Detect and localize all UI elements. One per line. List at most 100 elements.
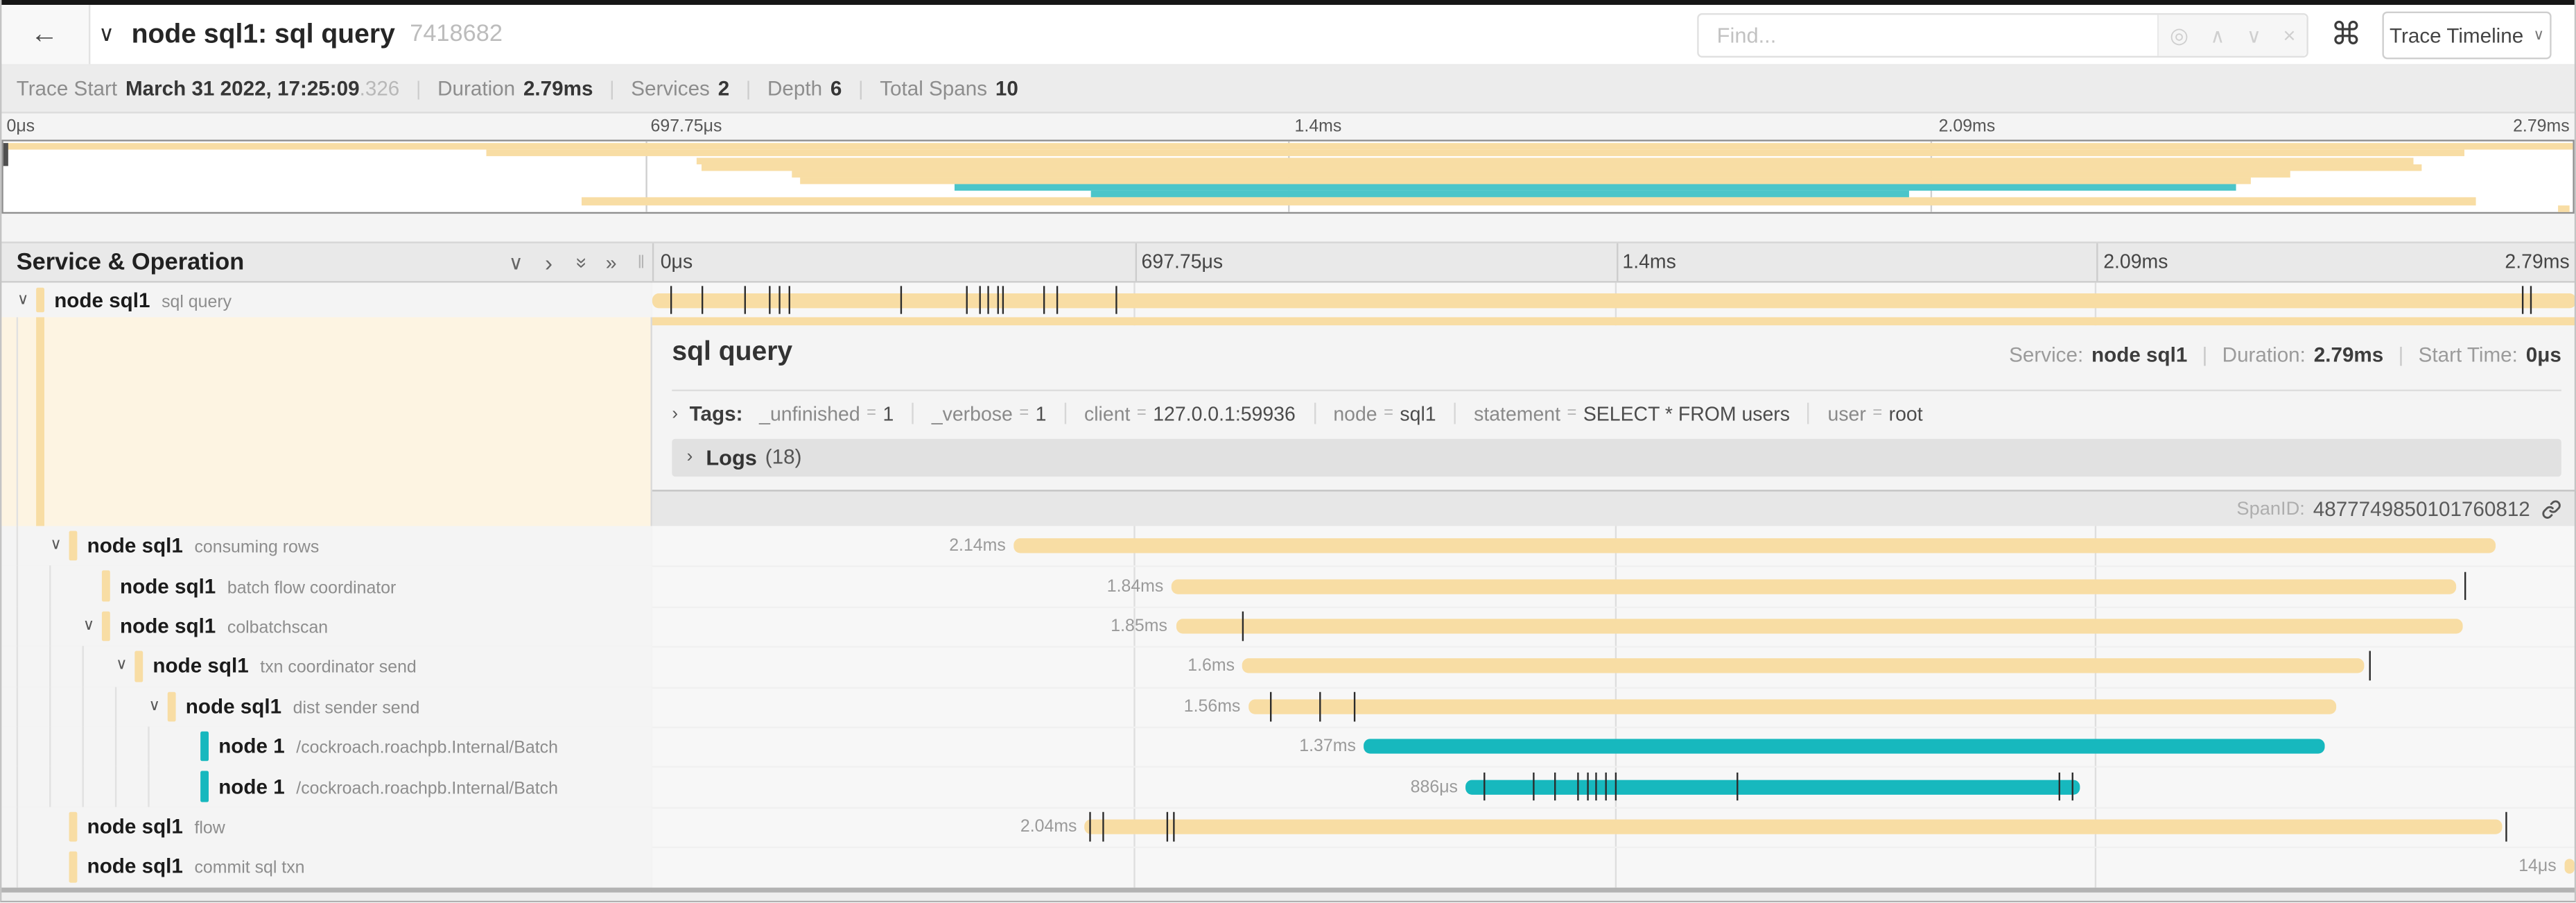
trace-id: 7418682 <box>410 22 503 48</box>
span-bar-row[interactable]: 2.04ms <box>652 807 2576 848</box>
minimap-tick-label: 1.4ms <box>1295 117 1342 136</box>
tag-value: 1 <box>1036 402 1047 424</box>
tag-equals: = <box>1872 404 1882 422</box>
span-bar[interactable] <box>1172 578 2457 593</box>
keyboard-shortcuts-button[interactable]: ⌘ <box>2322 12 2371 60</box>
span-tree-row[interactable]: ∨node sql1consuming rows <box>0 526 652 567</box>
view-selector-button[interactable]: Trace Timeline ∨ <box>2382 12 2551 60</box>
span-tree-row[interactable]: node 1/cockroach.roachpb.Internal/Batch <box>0 766 652 808</box>
span-color-accent <box>69 531 77 562</box>
chevron-down-icon[interactable]: ∨ <box>145 697 164 715</box>
find-prev-icon[interactable]: ∧ <box>2211 26 2225 45</box>
expand-all-icon[interactable]: » <box>598 243 625 282</box>
window-top-border <box>0 0 2576 5</box>
collapse-title-toggle[interactable]: ∨ <box>98 5 114 64</box>
span-bar-row[interactable]: 1.84ms <box>652 566 2576 608</box>
page-title: node sql1: sql query 7418682 <box>132 5 503 64</box>
span-service-name: node sql1txn coordinator send <box>153 655 416 678</box>
find-next-icon[interactable]: ∨ <box>2247 26 2261 45</box>
span-bar-row[interactable] <box>652 283 2576 318</box>
minimap-span-bar <box>954 184 2236 191</box>
span-bar[interactable] <box>2564 859 2574 874</box>
span-bar[interactable] <box>1248 699 2335 714</box>
span-bar-row[interactable]: 1.56ms <box>652 687 2576 728</box>
ruler-gridline <box>1135 243 1136 282</box>
logs-accordion[interactable]: › Logs (18) <box>672 438 2561 476</box>
span-operation-name: dist sender send <box>293 698 420 718</box>
summary-value-fraction: .326 <box>360 77 400 100</box>
span-bar[interactable] <box>1466 780 2080 794</box>
span-tree-row[interactable]: ∨node sql1dist sender send <box>0 687 652 728</box>
span-service-name: node sql1sql query <box>54 289 232 311</box>
summary-label: Trace Start <box>17 77 117 100</box>
tag-key: _unfinished <box>759 402 860 424</box>
find-input[interactable] <box>1699 15 2157 55</box>
minimap-canvas[interactable] <box>1 139 2574 214</box>
find-scope-icon[interactable]: ◎ <box>2170 25 2188 46</box>
span-bar-row[interactable]: 886μs <box>652 766 2576 808</box>
ruler-tick-label: 697.75μs <box>1142 250 1224 273</box>
link-icon[interactable] <box>2541 499 2561 518</box>
log-tick-mark <box>2072 772 2073 801</box>
span-bar[interactable] <box>1085 819 2503 834</box>
span-duration-label: 1.84ms <box>1107 576 1164 596</box>
span-bar-row[interactable]: 1.85ms <box>652 606 2576 648</box>
span-tree-row[interactable]: ∨node sql1colbatchscan <box>0 606 652 648</box>
summary-separator: | <box>609 77 614 100</box>
span-bar[interactable] <box>1243 659 2365 673</box>
span-bar[interactable] <box>1364 739 2324 754</box>
span-bar[interactable] <box>1014 539 2496 553</box>
chevron-right-icon: › <box>687 447 693 467</box>
span-duration-label: 14μs <box>2518 857 2556 877</box>
minimap-drag-handle[interactable] <box>3 143 8 166</box>
tags-accordion[interactable]: › Tags: _unfinished=1_verbose=1client=12… <box>672 397 2561 429</box>
chevron-down-icon[interactable]: ∨ <box>46 536 65 554</box>
indent-guide <box>17 317 18 526</box>
log-tick-mark <box>2505 812 2506 841</box>
span-color-accent <box>36 317 44 526</box>
ruler-tick-label: 2.79ms <box>2505 250 2569 273</box>
service-operation-title: Service & Operation <box>17 243 245 282</box>
tag-separator <box>1314 403 1315 424</box>
span-tree-row[interactable]: ∨ node sql1sql query <box>0 283 652 318</box>
collapse-one-icon[interactable]: ∨ <box>503 243 529 282</box>
log-tick-mark <box>1595 772 1596 801</box>
span-tree-row[interactable]: node sql1commit sql txn <box>0 847 652 888</box>
span-operation-name: /cockroach.roachpb.Internal/Batch <box>296 739 558 758</box>
span-service-name: node sql1flow <box>87 815 225 838</box>
collapse-all-icon[interactable]: » <box>568 243 595 282</box>
tag-equals: = <box>867 404 876 422</box>
span-tree-row[interactable]: ∨ node sql1txn coordinator send <box>0 646 652 688</box>
bottom-scroll-strip[interactable] <box>0 887 2576 893</box>
meta-label: Start Time: <box>2419 343 2518 366</box>
back-button[interactable]: ← <box>0 5 90 64</box>
span-bar[interactable] <box>652 293 2576 307</box>
log-tick-mark <box>2059 772 2060 801</box>
span-bar-row[interactable]: 1.37ms <box>652 727 2576 768</box>
trace-name: node sql1: sql query <box>132 19 395 50</box>
span-bar[interactable] <box>1176 619 2463 633</box>
span-bar-row[interactable]: 14μs <box>652 847 2576 888</box>
panel-resize-grip[interactable]: ‖ <box>638 243 647 282</box>
chevron-down-icon[interactable]: ∨ <box>13 290 33 308</box>
span-bar-row[interactable]: 1.6ms <box>652 646 2576 688</box>
span-service-name: node sql1batch flow coordinator <box>120 575 396 598</box>
span-service-name: node sql1commit sql txn <box>87 855 305 878</box>
indent-guide <box>17 646 18 687</box>
span-bar-row[interactable]: 2.14ms <box>652 526 2576 567</box>
span-tree-row[interactable]: node sql1flow <box>0 807 652 848</box>
minimap-tick-label: 0μs <box>6 117 35 136</box>
expand-one-icon[interactable]: › <box>536 243 562 282</box>
span-duration-label: 2.14ms <box>949 536 1006 556</box>
span-tree-row[interactable]: node 1/cockroach.roachpb.Internal/Batch <box>0 727 652 768</box>
indent-guide <box>115 766 116 807</box>
chevron-down-icon[interactable]: ∨ <box>79 617 98 635</box>
span-tree-row[interactable]: node sql1batch flow coordinator <box>0 566 652 608</box>
span-duration-label: 2.04ms <box>1020 817 1077 836</box>
log-tick-mark <box>1102 812 1104 841</box>
log-tick-mark <box>1174 812 1175 841</box>
span-detail-panel: sql query Service:node sql1|Duration:2.7… <box>652 325 2576 526</box>
find-clear-icon[interactable]: × <box>2283 25 2296 46</box>
tag-separator <box>1808 403 1809 424</box>
chevron-down-icon[interactable]: ∨ <box>112 657 131 675</box>
